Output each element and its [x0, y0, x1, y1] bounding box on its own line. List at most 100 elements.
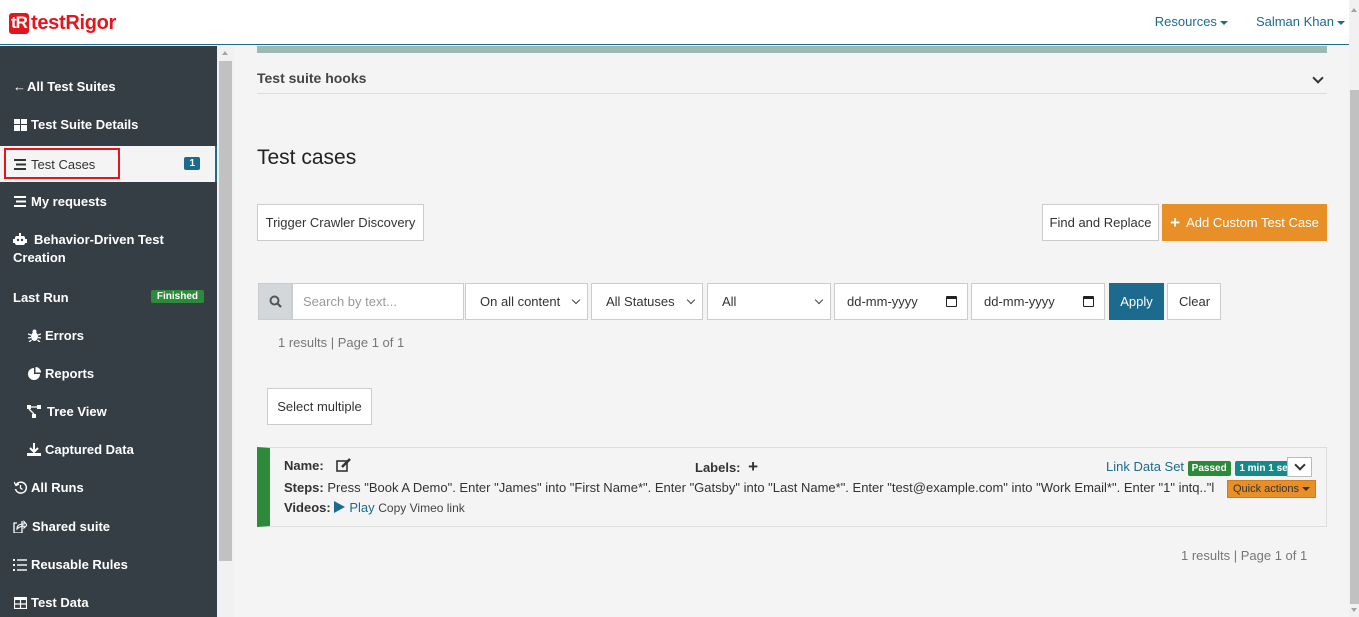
steps-label: Steps:: [284, 480, 324, 495]
type-select[interactable]: All: [707, 283, 831, 320]
search-input[interactable]: Search by text...: [292, 283, 464, 320]
status-value: All Statuses: [606, 294, 675, 309]
test-case-steps: Steps: Press "Book A Demo". Enter "James…: [284, 480, 1219, 495]
sidebar-item-label: Reusable Rules: [31, 557, 128, 572]
pie-chart-icon: [27, 367, 41, 381]
sidebar-item-captured-data[interactable]: Captured Data: [0, 442, 217, 457]
clear-button[interactable]: Clear: [1167, 283, 1221, 320]
sidebar-item-label: Tree View: [47, 404, 107, 419]
hooks-title: Test suite hooks: [257, 70, 367, 86]
copy-vimeo-link[interactable]: Copy Vimeo link: [378, 501, 464, 515]
resources-menu[interactable]: Resources: [1155, 14, 1228, 29]
filter-bar: Search by text... On all content All Sta…: [258, 283, 1221, 320]
sidebar-item-bdd-creation[interactable]: Behavior-Driven Test Creation: [0, 232, 217, 265]
trigger-crawler-discovery-button[interactable]: Trigger Crawler Discovery: [257, 204, 424, 241]
add-custom-test-case-button[interactable]: + Add Custom Test Case: [1162, 204, 1327, 241]
table-icon: [13, 596, 27, 610]
add-label-icon[interactable]: +: [748, 457, 758, 476]
hooks-panel-bottom-edge: [257, 46, 1327, 53]
history-icon: [13, 481, 27, 495]
link-data-set-link[interactable]: Link Data Set: [1106, 459, 1184, 474]
scrollbar-thumb[interactable]: [1350, 90, 1359, 604]
grid-icon: [13, 118, 27, 132]
date-from-placeholder: dd-mm-yyyy: [847, 294, 918, 309]
expand-test-case-button[interactable]: [1287, 457, 1312, 477]
testrigor-logo[interactable]: tR testRigor: [9, 12, 116, 35]
resources-label: Resources: [1154, 14, 1217, 29]
results-summary-top: 1 results | Page 1 of 1: [278, 335, 405, 350]
arrow-left-icon: ←: [13, 79, 26, 94]
content-scope-select[interactable]: On all content: [465, 283, 588, 320]
highlight-outline: [4, 148, 120, 179]
play-icon: [334, 501, 346, 513]
chevron-down-icon: [1312, 72, 1324, 84]
test-case-row[interactable]: Name: Labels: + Link Data Set Passed 1 m…: [257, 447, 1327, 527]
plus-icon: +: [1170, 213, 1181, 232]
test-case-count-badge: 1: [184, 157, 200, 170]
search-icon: [258, 283, 292, 320]
scroll-up-arrow-icon[interactable]: [222, 51, 228, 55]
play-label: Play: [349, 500, 375, 515]
page-title: Test cases: [257, 146, 357, 169]
name-label: Name:: [284, 458, 324, 473]
sidebar-item-test-data[interactable]: Test Data: [0, 595, 217, 610]
status-badge: Passed: [1187, 461, 1231, 476]
chevron-down-icon: [686, 295, 696, 305]
sidebar-item-all-test-suites[interactable]: ← All Test Suites: [0, 79, 217, 94]
sidebar-item-label-continued: Creation: [13, 250, 66, 265]
steps-text: Press "Book A Demo". Enter "James" into …: [327, 480, 1215, 495]
sidebar-item-my-requests[interactable]: My requests: [0, 194, 217, 209]
select-multiple-button[interactable]: Select multiple: [267, 388, 372, 425]
sidebar-item-last-run[interactable]: Last Run Finished: [0, 290, 217, 305]
find-and-replace-button[interactable]: Find and Replace: [1042, 204, 1159, 241]
caret-down-icon: [1219, 20, 1228, 25]
sidebar-item-label: All Test Suites: [27, 79, 116, 94]
calendar-icon[interactable]: [946, 296, 957, 307]
play-video-link[interactable]: Play: [334, 500, 375, 515]
top-navbar: tR testRigor Resources Salman Khan: [0, 0, 1359, 45]
sidebar-item-label: Test Data: [31, 595, 89, 610]
sidebar-scrollbar[interactable]: [217, 46, 234, 617]
bug-icon: [27, 329, 41, 343]
test-case-name-row: Name:: [284, 458, 352, 475]
caret-down-icon: [1302, 487, 1311, 492]
main-scrollbar[interactable]: [1349, 0, 1359, 617]
sidebar-item-reusable-rules[interactable]: Reusable Rules: [0, 557, 217, 572]
test-case-videos: Videos: Play Copy Vimeo link: [284, 500, 465, 515]
user-menu[interactable]: Salman Khan: [1256, 14, 1345, 29]
sidebar-item-label: Shared suite: [32, 519, 111, 534]
robot-icon: [13, 233, 27, 247]
sidebar-item-all-runs[interactable]: All Runs: [0, 480, 217, 495]
download-icon: [27, 443, 41, 457]
sidebar-item-shared-suite[interactable]: Shared suite: [0, 519, 217, 534]
tree-icon: [27, 405, 41, 419]
test-suite-hooks-toggle[interactable]: Test suite hooks: [257, 70, 1327, 94]
status-select[interactable]: All Statuses: [591, 283, 703, 320]
sidebar-item-test-cases[interactable]: Test Cases 1: [0, 146, 217, 182]
scrollbar-thumb[interactable]: [219, 61, 232, 561]
scroll-down-arrow-icon[interactable]: [1351, 608, 1357, 612]
chevron-down-icon: [571, 295, 581, 305]
results-summary-bottom: 1 results | Page 1 of 1: [1181, 548, 1308, 563]
chevron-down-icon: [814, 295, 824, 305]
content-scope-value: On all content: [480, 294, 561, 309]
quick-actions-button[interactable]: Quick actions: [1227, 480, 1317, 498]
apply-button[interactable]: Apply: [1109, 283, 1164, 320]
sidebar-item-reports[interactable]: Reports: [0, 366, 217, 381]
sidebar-item-test-suite-details[interactable]: Test Suite Details: [0, 117, 217, 132]
sidebar: ← All Test Suites Test Suite Details Tes…: [0, 46, 217, 617]
labels-label: Labels:: [695, 460, 741, 475]
logo-text: testRigor: [30, 12, 117, 34]
sidebar-item-label: Test Suite Details: [31, 117, 139, 132]
search-placeholder: Search by text...: [303, 294, 397, 309]
videos-label: Videos:: [284, 500, 331, 515]
add-custom-label: Add Custom Test Case: [1186, 215, 1319, 230]
sidebar-item-tree-view[interactable]: Tree View: [0, 404, 217, 419]
sidebar-item-errors[interactable]: Errors: [0, 328, 217, 343]
date-to-input[interactable]: dd-mm-yyyy: [971, 283, 1105, 320]
edit-icon[interactable]: [336, 458, 352, 475]
scroll-up-arrow-icon[interactable]: [1351, 8, 1357, 12]
type-value: All: [722, 294, 737, 309]
calendar-icon[interactable]: [1083, 296, 1094, 307]
date-from-input[interactable]: dd-mm-yyyy: [834, 283, 968, 320]
